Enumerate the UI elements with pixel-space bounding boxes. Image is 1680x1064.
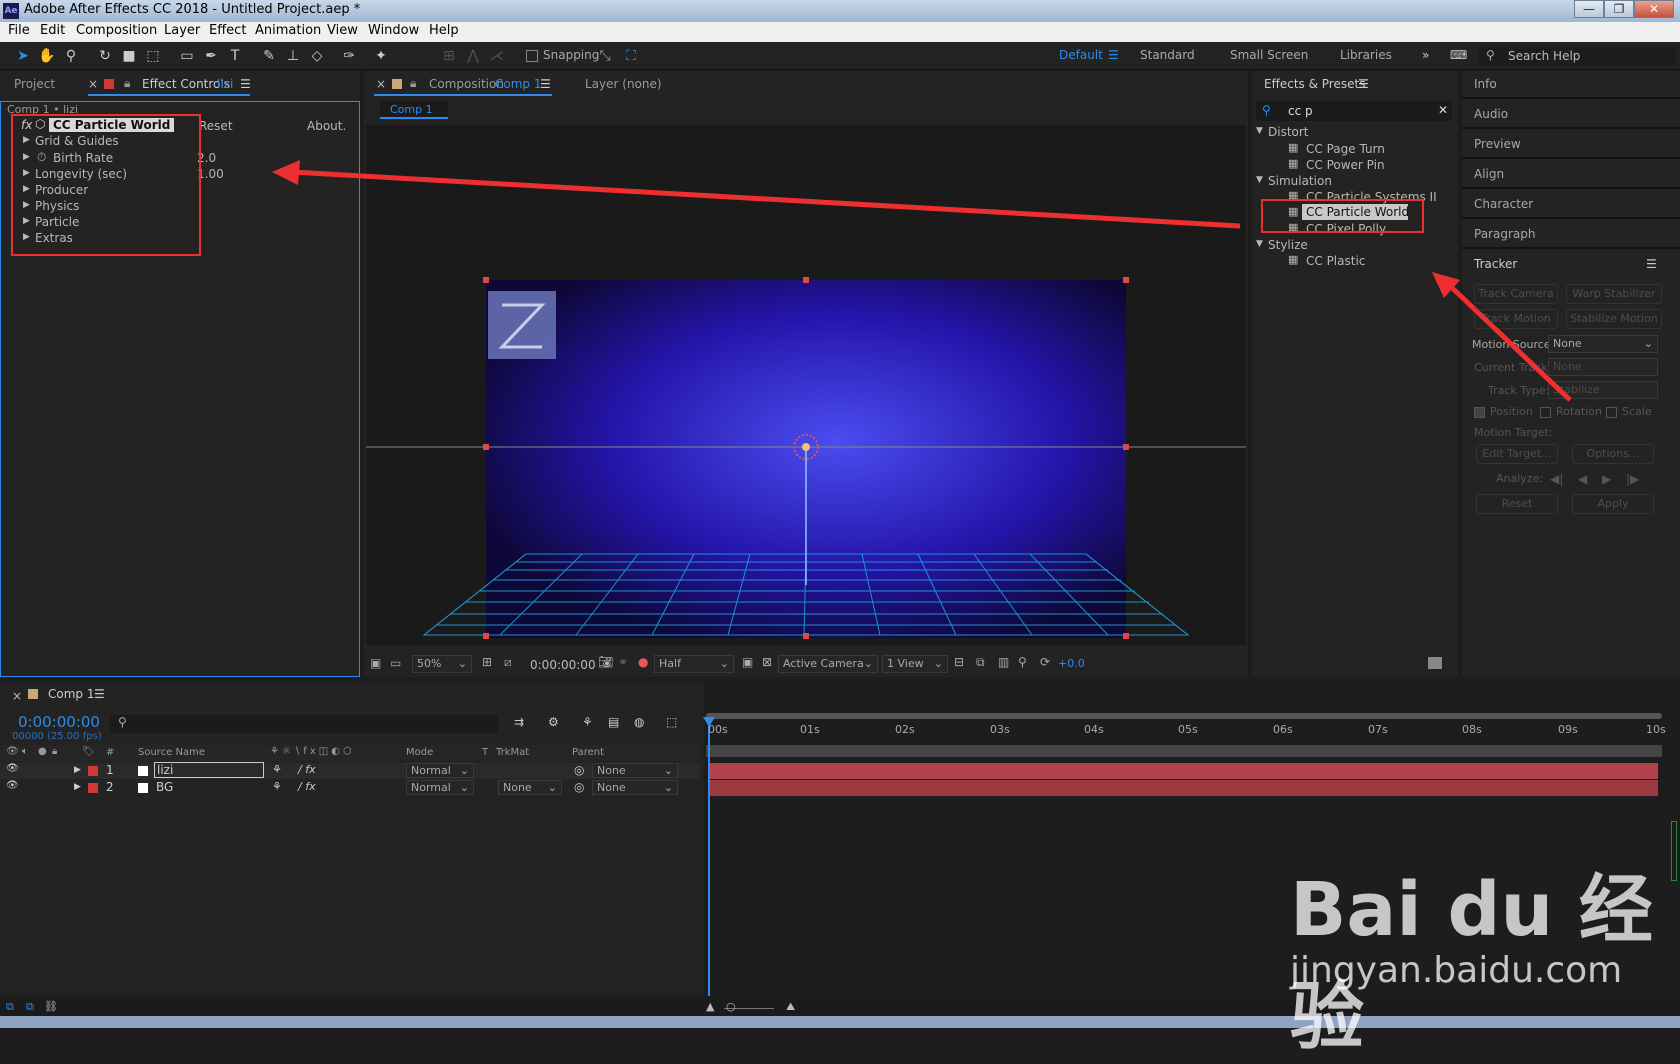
arrow-head-icon xyxy=(272,160,300,185)
annotation-arrow-right xyxy=(1446,282,1572,402)
baidu-watermark-url: jingyan.baidu.com xyxy=(1290,950,1623,991)
annotation-arrow-left xyxy=(291,169,1241,229)
